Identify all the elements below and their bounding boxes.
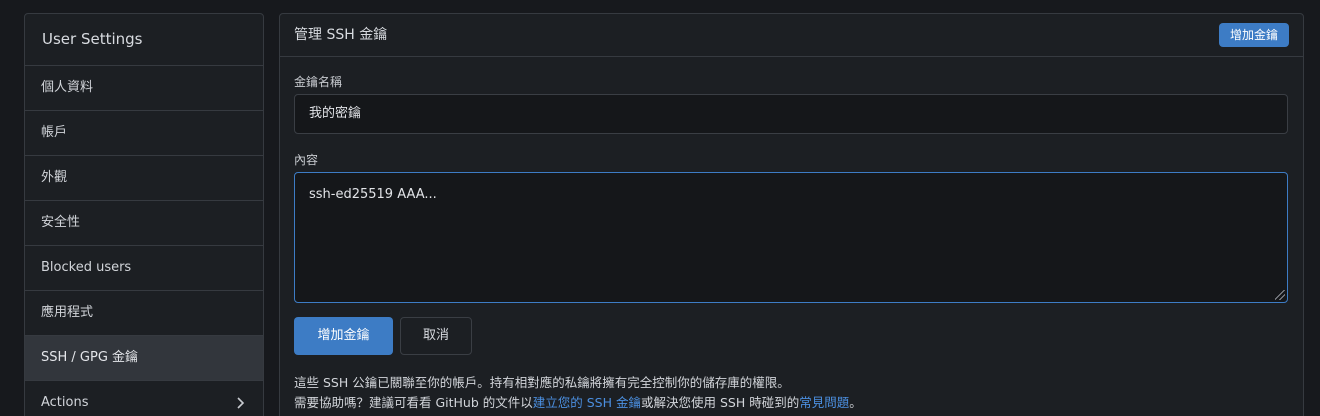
key-content-label: 內容: [294, 153, 319, 167]
sidebar-item-actions[interactable]: Actions: [25, 381, 263, 416]
panel-title: 管理 SSH 金鑰: [294, 27, 388, 43]
sidebar-item-blocked-users[interactable]: Blocked users: [25, 246, 263, 291]
help-text-ssh-info: 這些 SSH 公鑰已關聯至你的帳戶。持有相對應的私鑰將擁有完全控制你的儲存庫的權…: [294, 375, 790, 390]
key-content-textarea[interactable]: ssh-ed25519 AAA...: [294, 172, 1288, 303]
chevron-right-icon: [236, 381, 245, 416]
sidebar-title: User Settings: [25, 14, 263, 66]
sidebar-item-applications[interactable]: 應用程式: [25, 291, 263, 336]
sidebar-item-label: 個人資料: [41, 80, 94, 95]
ssh-keys-panel: 管理 SSH 金鑰 增加金鑰 金鑰名稱 我的密鑰 內容 ssh-ed25519 …: [279, 13, 1304, 416]
resize-grip-icon[interactable]: [1275, 290, 1285, 300]
sidebar-item-label: 應用程式: [41, 305, 94, 320]
settings-sidebar: User Settings 個人資料 帳戶 外觀 安全性 Blocked use…: [24, 13, 264, 416]
sidebar-item-label: Blocked users: [41, 260, 132, 275]
add-key-button[interactable]: 增加金鑰: [1218, 23, 1289, 47]
settings-page: User Settings 個人資料 帳戶 外觀 安全性 Blocked use…: [0, 0, 1320, 416]
create-ssh-key-link[interactable]: 建立您的 SSH 金鑰: [533, 395, 641, 410]
sidebar-item-label: 外觀: [41, 170, 68, 185]
panel-header: 管理 SSH 金鑰 增加金鑰: [280, 14, 1303, 57]
sidebar-item-label: Actions: [41, 395, 89, 410]
sidebar-item-account[interactable]: 帳戶: [25, 111, 263, 156]
help-prefix: 需要協助嗎？建議可看看 GitHub 的文件以: [294, 395, 533, 410]
sidebar-item-appearance[interactable]: 外觀: [25, 156, 263, 201]
help-text-assistance: 需要協助嗎？建議可看看 GitHub 的文件以建立您的 SSH 金鑰或解決您使用…: [294, 392, 862, 411]
sidebar-item-label: 帳戶: [41, 125, 68, 140]
submit-add-key-button[interactable]: 增加金鑰: [294, 317, 393, 355]
faq-link[interactable]: 常見問題: [799, 395, 849, 410]
key-name-input[interactable]: 我的密鑰: [294, 94, 1288, 134]
sidebar-item-label: 安全性: [41, 215, 81, 230]
sidebar-item-ssh-gpg-keys[interactable]: SSH / GPG 金鑰: [25, 336, 263, 381]
sidebar-item-label: SSH / GPG 金鑰: [41, 350, 139, 365]
key-name-label: 金鑰名稱: [294, 75, 343, 89]
sidebar-item-security[interactable]: 安全性: [25, 201, 263, 246]
sidebar-item-profile[interactable]: 個人資料: [25, 66, 263, 111]
help-suffix: 。: [849, 395, 862, 410]
cancel-button[interactable]: 取消: [400, 317, 472, 355]
help-middle: 或解決您使用 SSH 時碰到的: [640, 395, 800, 410]
key-content-value: ssh-ed25519 AAA...: [309, 187, 437, 202]
